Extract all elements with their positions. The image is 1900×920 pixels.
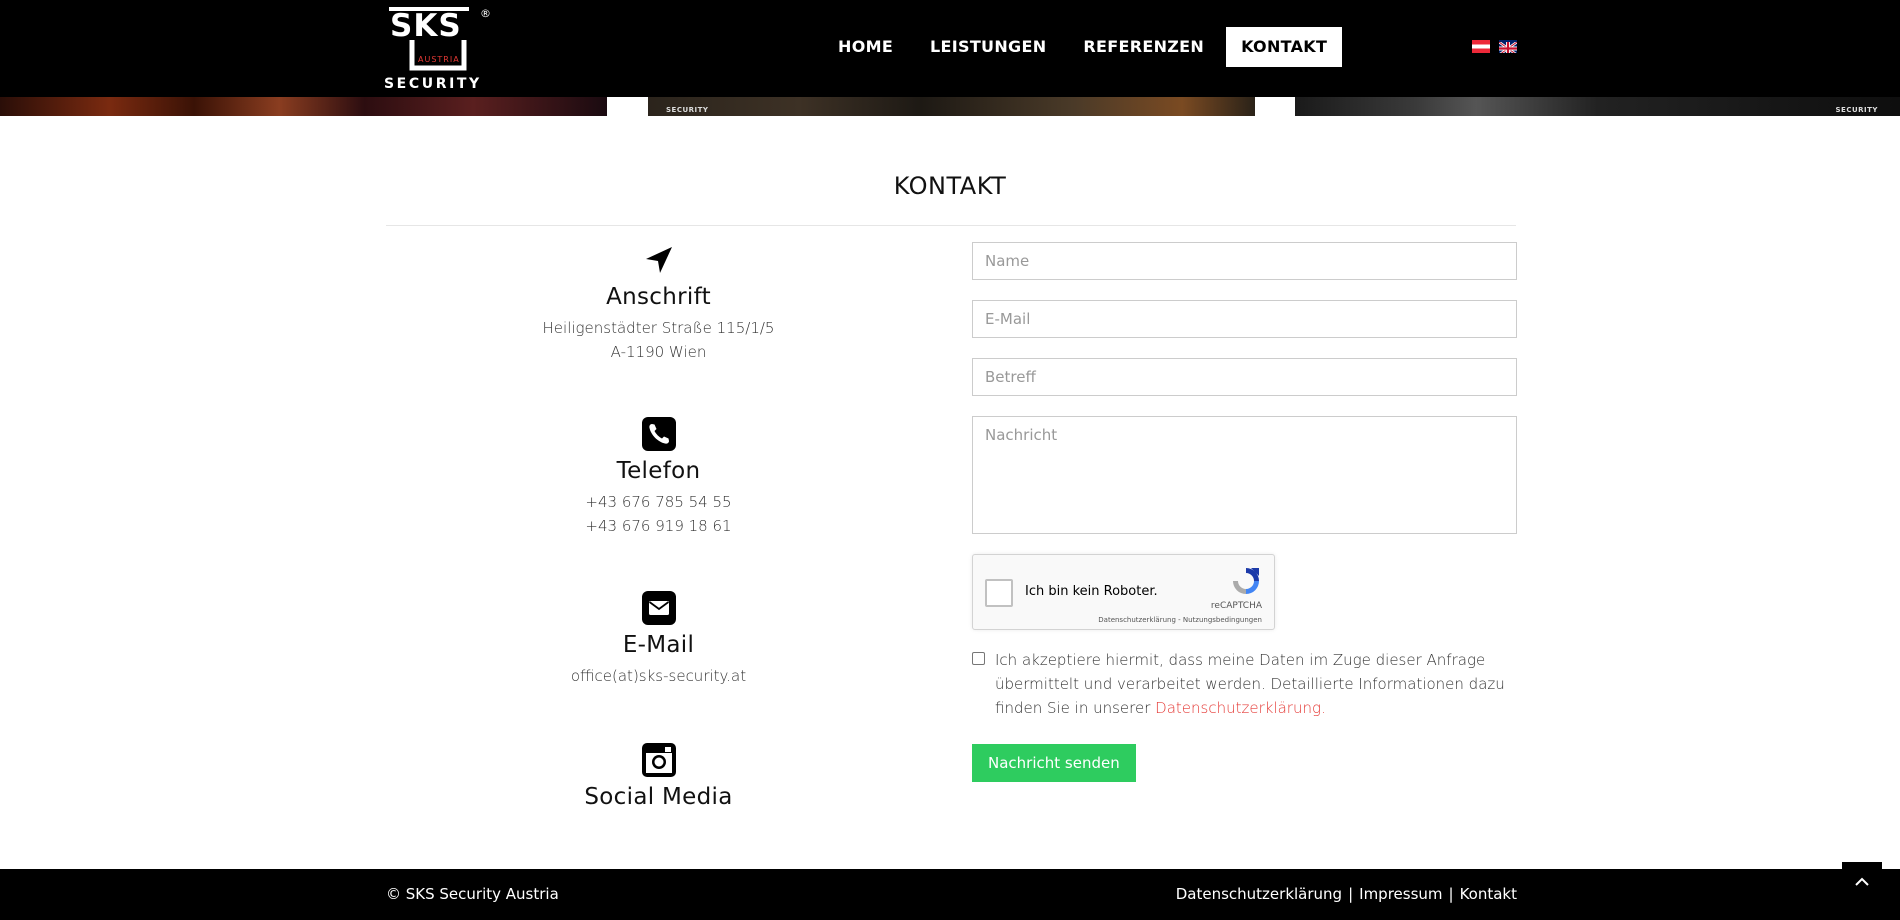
divider	[386, 225, 1516, 226]
hero-image-1	[0, 97, 607, 116]
footer-link-impressum[interactable]: Impressum	[1359, 885, 1442, 903]
nav-leistungen[interactable]: LEISTUNGEN	[915, 27, 1061, 67]
footer-separator: |	[1448, 885, 1454, 903]
chevron-up-icon	[1855, 877, 1869, 886]
page-title: KONTAKT	[893, 172, 1007, 200]
consent-text: Ich akzeptiere hiermit, dass meine Daten…	[995, 648, 1505, 720]
svg-text:SECURITY: SECURITY	[384, 76, 482, 90]
send-message-button[interactable]: Nachricht senden	[972, 744, 1136, 782]
name-input[interactable]: Name	[972, 242, 1517, 280]
site-header: SKS ® AUSTRIA SECURITY HOME LEISTUNGEN R…	[0, 0, 1900, 97]
contact-social: Social Media	[505, 742, 812, 810]
phone-icon	[641, 417, 676, 451]
footer-separator: |	[1348, 885, 1354, 903]
envelope-icon	[641, 591, 676, 625]
email-address[interactable]: office(at)sks-security.at	[505, 664, 812, 688]
social-heading: Social Media	[584, 784, 733, 810]
contact-address: Anschrift Heiligenstädter Straße 115/1/5…	[505, 242, 812, 364]
message-textarea[interactable]: Nachricht	[972, 416, 1517, 534]
flag-austria-icon[interactable]	[1472, 40, 1490, 53]
svg-text:AUSTRIA: AUSTRIA	[418, 55, 460, 64]
hero-image-2: SECURITY	[648, 97, 1255, 116]
footer-links: Datenschutzerklärung | Impressum | Konta…	[1176, 885, 1517, 903]
svg-text:®: ®	[480, 7, 491, 20]
email-heading: E-Mail	[622, 632, 695, 658]
contact-email: E-Mail office(at)sks-security.at	[505, 590, 812, 688]
instagram-icon[interactable]	[641, 742, 677, 778]
hero-tag: SECURITY	[1835, 106, 1878, 114]
phone-line-1[interactable]: +43 676 785 54 55	[505, 490, 812, 514]
recaptcha-links[interactable]: Datenschutzerklärung - Nutzungsbedingung…	[1098, 616, 1262, 624]
consent-checkbox[interactable]	[972, 652, 985, 665]
svg-text:SKS: SKS	[390, 8, 462, 44]
phone-line-2[interactable]: +43 676 919 18 61	[505, 514, 812, 538]
nav-referenzen[interactable]: REFERENZEN	[1068, 27, 1219, 67]
site-footer: © SKS Security Austria Datenschutzerklär…	[0, 869, 1900, 920]
main-nav: HOME LEISTUNGEN REFERENZEN KONTAKT	[823, 27, 1349, 67]
hero-tag: SECURITY	[666, 106, 709, 114]
recaptcha-checkbox[interactable]	[985, 579, 1013, 607]
nav-home[interactable]: HOME	[823, 27, 908, 67]
footer-link-kontakt[interactable]: Kontakt	[1460, 885, 1517, 903]
sks-security-logo[interactable]: SKS ® AUSTRIA SECURITY	[384, 4, 502, 92]
recaptcha-logo-icon	[1233, 568, 1259, 594]
consent-suffix: .	[1321, 699, 1326, 717]
flag-uk-icon[interactable]	[1499, 40, 1517, 53]
location-arrow-icon	[645, 247, 672, 273]
recaptcha-widget: Ich bin kein Roboter. reCAPTCHA Datensch…	[972, 554, 1275, 630]
address-line-2: A-1190 Wien	[610, 343, 707, 361]
phone-heading: Telefon	[616, 458, 701, 484]
scroll-to-top-button[interactable]	[1842, 862, 1882, 902]
address-line-1: Heiligenstädter Straße 115/1/5	[542, 319, 775, 337]
subject-input[interactable]: Betreff	[972, 358, 1517, 396]
recaptcha-label: Ich bin kein Roboter.	[1025, 584, 1158, 599]
copyright: © SKS Security Austria	[386, 885, 559, 903]
privacy-link[interactable]: Datenschutzerklärung	[1155, 699, 1321, 717]
footer-link-privacy[interactable]: Datenschutzerklärung	[1176, 885, 1342, 903]
address-heading: Anschrift	[606, 284, 711, 310]
recaptcha-brand: reCAPTCHA	[1210, 601, 1262, 611]
contact-phone: Telefon +43 676 785 54 55 +43 676 919 18…	[505, 416, 812, 538]
email-input[interactable]: E-Mail	[972, 300, 1517, 338]
nav-kontakt[interactable]: KONTAKT	[1226, 27, 1343, 67]
hero-image-strip: SECURITY SECURITY	[0, 97, 1900, 116]
language-switcher	[1472, 40, 1517, 53]
hero-image-3: SECURITY	[1295, 97, 1900, 116]
